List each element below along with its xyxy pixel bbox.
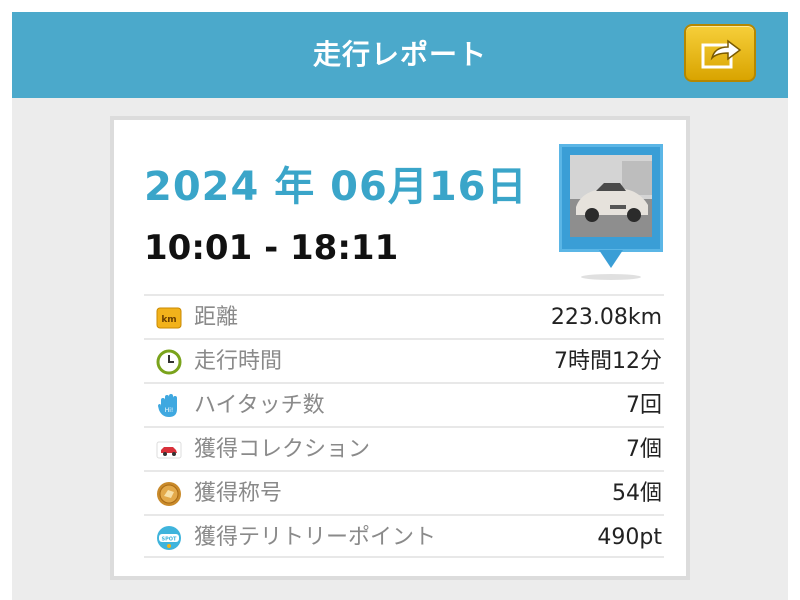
stat-row-distance: km 距離 223.08km <box>144 294 664 338</box>
stat-value: 7時間12分 <box>554 349 662 374</box>
share-export-icon <box>701 39 742 69</box>
stat-value: 7個 <box>626 437 662 462</box>
report-time-range: 10:01 - 18:11 <box>144 228 399 268</box>
stat-value: 7回 <box>626 393 662 418</box>
share-button[interactable] <box>684 24 756 82</box>
page-title: 走行レポート <box>312 38 487 71</box>
svg-text:km: km <box>161 315 176 325</box>
stat-label: 獲得コレクション <box>194 437 371 462</box>
spot-icon: SPOT <box>157 526 181 550</box>
car-icon <box>156 441 182 459</box>
stats-list: km 距離 223.08km 走行時間 7時間12分 Hi! ハイタッチ数 7回… <box>144 294 664 558</box>
stat-row-collection: 獲得コレクション 7個 <box>144 426 664 470</box>
car-photo-pin[interactable] <box>559 144 663 280</box>
hand-icon: Hi! <box>158 394 177 417</box>
stat-label: ハイタッチ数 <box>194 393 325 418</box>
pin-shadow <box>581 274 641 280</box>
stat-row-driving-time: 走行時間 7時間12分 <box>144 338 664 382</box>
stat-label: 距離 <box>194 305 239 330</box>
pin-frame <box>559 144 663 252</box>
stat-row-high-touch: Hi! ハイタッチ数 7回 <box>144 382 664 426</box>
pin-tip <box>599 250 623 268</box>
stat-row-territory-points: SPOT 獲得テリトリーポイント 490pt <box>144 514 664 558</box>
stat-label: 獲得称号 <box>194 481 283 506</box>
report-screen: 走行レポート 2024 年 06月16日 10:01 - 18:11 km 距離… <box>12 12 788 600</box>
stat-value: 54個 <box>612 481 662 506</box>
clock-icon <box>156 349 182 375</box>
stat-label: 走行時間 <box>194 349 283 374</box>
km-icon: km <box>156 307 182 329</box>
report-card: 2024 年 06月16日 10:01 - 18:11 km 距離 223.08… <box>110 116 690 580</box>
stat-row-titles: 獲得称号 54個 <box>144 470 664 514</box>
report-date: 2024 年 06月16日 <box>144 164 528 210</box>
svg-text:Hi!: Hi! <box>165 407 174 414</box>
stat-value: 223.08km <box>550 305 662 330</box>
car-photo-pin-icon <box>570 155 652 237</box>
svg-text:SPOT: SPOT <box>162 537 178 543</box>
stat-label: 獲得テリトリーポイント <box>194 525 437 550</box>
stat-value: 490pt <box>597 525 662 550</box>
medal-icon <box>157 482 181 506</box>
header-bar: 走行レポート <box>12 12 788 98</box>
